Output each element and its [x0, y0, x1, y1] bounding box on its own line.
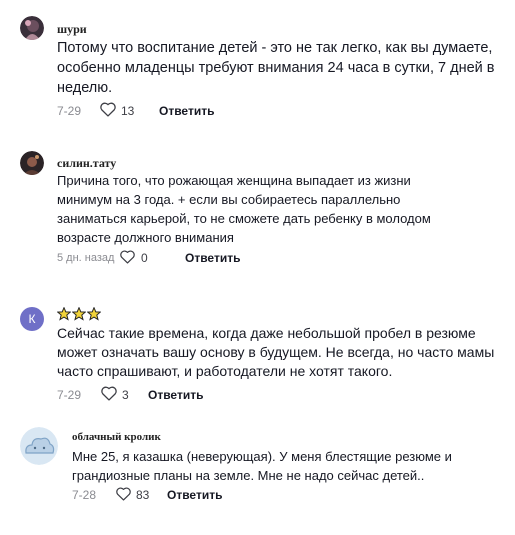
- like-count: 0: [141, 251, 148, 265]
- comment: К Сейчас такие времена, когда даже небол…: [0, 300, 515, 410]
- reply-button[interactable]: Ответить: [159, 104, 214, 118]
- comment-author[interactable]: [57, 307, 101, 321]
- like-button[interactable]: 3: [100, 385, 148, 404]
- like-count: 13: [121, 103, 135, 118]
- like-count: 3: [122, 387, 129, 402]
- heart-outline-icon: [100, 385, 118, 404]
- comment-author[interactable]: силин.тату: [57, 156, 116, 171]
- comment-text-line: Причина того, что рожающая женщина выпад…: [57, 173, 411, 188]
- avatar[interactable]: К: [20, 307, 44, 331]
- like-button[interactable]: 0: [119, 249, 185, 267]
- comment: силин.тату Причина того, что рожающая же…: [0, 140, 515, 270]
- reply-button[interactable]: Ответить: [167, 488, 222, 502]
- reply-button[interactable]: Ответить: [185, 251, 240, 265]
- star-icon: [57, 307, 71, 321]
- comment-text: Причина того, что рожающая женщина выпад…: [57, 171, 431, 247]
- like-button[interactable]: 13: [99, 101, 159, 120]
- comment-text: Мне 25, я казашка (неверующая). У меня б…: [72, 447, 452, 485]
- comment: шури Потому что воспитание детей - это н…: [0, 0, 515, 125]
- avatar[interactable]: [20, 151, 44, 175]
- avatar[interactable]: [20, 427, 58, 465]
- comment-meta: 7-28 83 Ответить: [72, 486, 222, 504]
- reply-button[interactable]: Ответить: [148, 388, 203, 402]
- comment-meta: 5 дн. назад 0 Ответить: [57, 249, 240, 267]
- star-icon: [87, 307, 101, 321]
- comment-text-line: грандиозные планы на земле. Мне не надо …: [72, 468, 425, 483]
- comment-text-line: минимум на 3 года. + если вы собираетесь…: [57, 192, 401, 207]
- comment-author[interactable]: шури: [57, 22, 87, 37]
- heart-outline-icon: [115, 486, 132, 504]
- comment: облачный кролик Мне 25, я казашка (невер…: [0, 425, 515, 515]
- star-icon: [72, 307, 86, 321]
- heart-outline-icon: [119, 249, 136, 267]
- comment-text-line: особенно младенцы требуют внимания 24 ча…: [57, 60, 495, 76]
- like-button[interactable]: 83: [115, 486, 167, 504]
- comment-date: 7-28: [72, 488, 97, 502]
- like-count: 83: [136, 488, 150, 502]
- comment-text-line: Сейчас такие времена, когда даже небольш…: [57, 325, 476, 341]
- comment-text-line: часто спрашивают, и работодатели не хотя…: [57, 363, 393, 379]
- avatar-letter: К: [28, 312, 36, 326]
- comment-meta: 7-29 3 Ответить: [57, 385, 203, 404]
- comment-date: 7-29: [57, 387, 82, 402]
- comment-date: 7-29: [57, 103, 82, 118]
- comment-text-line: возрасте должного внимания: [57, 230, 234, 245]
- comment-text: Сейчас такие времена, когда даже небольш…: [57, 324, 494, 381]
- comment-meta: 7-29 13 Ответить: [57, 101, 214, 120]
- avatar[interactable]: [20, 16, 44, 40]
- comment-author[interactable]: облачный кролик: [72, 431, 161, 443]
- comment-text-line: может означать вашу основу в будущем. Не…: [57, 344, 495, 360]
- comment-text: Потому что воспитание детей - это не так…: [57, 38, 495, 98]
- comment-text-line: неделю.: [57, 80, 113, 96]
- comment-text-line: Потому что воспитание детей - это не так…: [57, 40, 493, 56]
- comment-date: 5 дн. назад: [57, 252, 115, 264]
- heart-outline-icon: [99, 101, 117, 120]
- comment-text-line: Мне 25, я казашка (неверующая). У меня б…: [72, 449, 452, 464]
- comment-text-line: заниматься карьерой, то не сможете дать …: [57, 211, 431, 226]
